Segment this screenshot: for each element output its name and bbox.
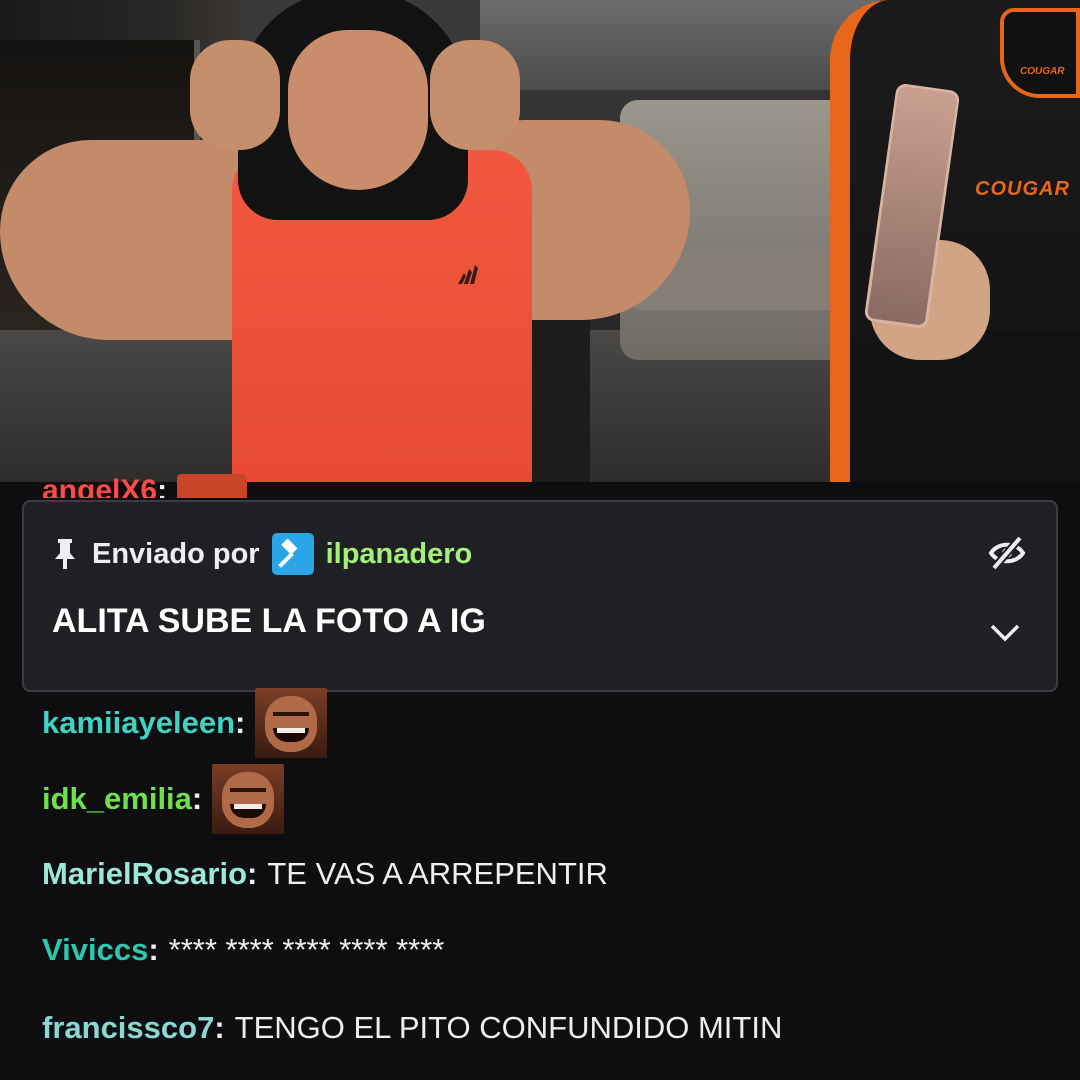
streamer-hand-right bbox=[430, 40, 520, 150]
chat-username[interactable]: idk_emilia bbox=[42, 779, 192, 819]
pinned-message[interactable]: Enviado por ilpanadero ALITA SUBE LA FOT… bbox=[22, 500, 1058, 692]
streamer-face bbox=[288, 30, 428, 190]
pinned-message-text: ALITA SUBE LA FOTO A IG bbox=[52, 602, 486, 640]
pinned-username[interactable]: ilpanadero bbox=[326, 538, 473, 571]
chat-username[interactable]: francissco7 bbox=[42, 1008, 214, 1048]
chair-logo-text: COUGAR bbox=[1020, 66, 1065, 77]
chat-message: kamiiayeleen: bbox=[42, 688, 328, 758]
emote-partial bbox=[177, 474, 248, 498]
laughing-man-emote[interactable] bbox=[255, 688, 328, 758]
laughing-man-emote[interactable] bbox=[212, 764, 285, 834]
chat-message: idk_emilia: bbox=[42, 764, 285, 834]
chat-colon: : bbox=[148, 932, 159, 967]
eye-slash-icon[interactable] bbox=[988, 536, 1026, 570]
chat-username[interactable]: Viviccs bbox=[42, 930, 148, 970]
chat-message-text: TE VAS A ARREPENTIR bbox=[267, 856, 608, 891]
chat-message-text: TENGO EL PITO CONFUNDIDO MITIN bbox=[234, 1010, 783, 1045]
chat-colon: : bbox=[235, 705, 246, 740]
streamer bbox=[0, 0, 700, 482]
chat-colon: : bbox=[247, 856, 258, 891]
chat-username[interactable]: angelX6 bbox=[42, 474, 157, 498]
stream-video[interactable]: COUGAR COUGAR bbox=[0, 0, 1080, 482]
chat-message-partial: angelX6: bbox=[42, 474, 248, 498]
chair-logo-icon bbox=[1000, 8, 1080, 98]
pinned-sent-by-label: Enviado por bbox=[92, 537, 260, 570]
shirt-brand-icon bbox=[458, 265, 478, 284]
chat-colon: : bbox=[157, 474, 168, 498]
chair-brand-text: COUGAR bbox=[975, 178, 1070, 200]
chat-message: Viviccs: **** **** **** **** **** bbox=[42, 930, 444, 970]
chevron-down-icon[interactable] bbox=[988, 620, 1022, 644]
chat-colon: : bbox=[214, 1010, 225, 1045]
chat-message: MarielRosario: TE VAS A ARREPENTIR bbox=[42, 854, 608, 894]
chat-message-text: **** **** **** **** **** bbox=[168, 932, 445, 967]
chat-colon: : bbox=[191, 781, 203, 816]
moderator-badge-icon bbox=[271, 533, 314, 575]
chat-username[interactable]: MarielRosario bbox=[42, 854, 247, 894]
streamer-hand-left bbox=[190, 40, 280, 150]
chat-panel[interactable]: angelX6: Enviado por ilpanadero ALITA SU… bbox=[0, 474, 1080, 1080]
chat-username[interactable]: kamiiayeleen bbox=[42, 703, 235, 743]
chat-message: francissco7: TENGO EL PITO CONFUNDIDO MI… bbox=[42, 1008, 782, 1048]
pin-icon bbox=[55, 539, 75, 569]
pinned-header: Enviado por ilpanadero bbox=[52, 533, 473, 575]
